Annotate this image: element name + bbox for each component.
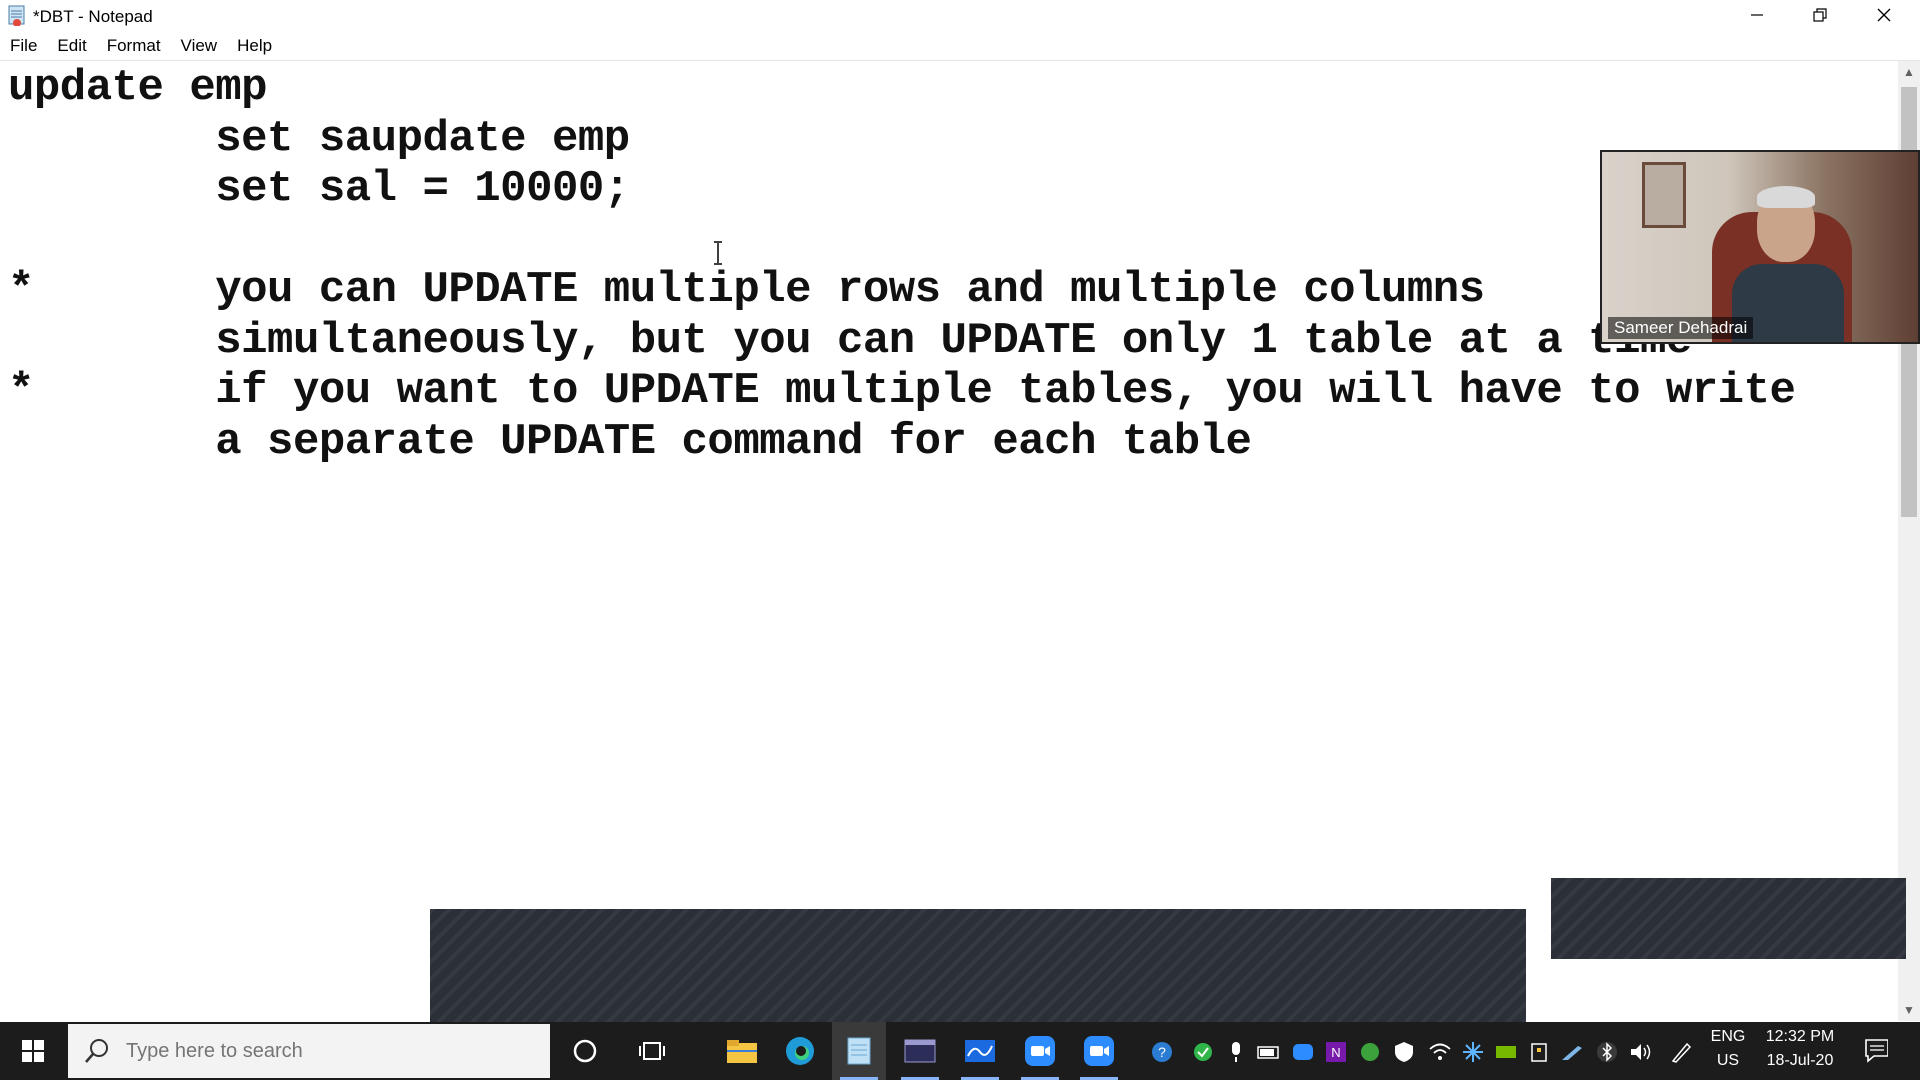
- editor-line: simultaneously, but you can UPDATE only …: [8, 315, 1692, 366]
- file-explorer-button[interactable]: [715, 1022, 769, 1080]
- whiteboard-button[interactable]: [953, 1022, 1007, 1080]
- menu-view[interactable]: View: [171, 33, 228, 59]
- cortana-icon: [573, 1039, 597, 1063]
- minimize-button[interactable]: [1727, 0, 1787, 30]
- editor-line: * you can UPDATE multiple rows and multi…: [8, 265, 1485, 315]
- participant-name: Sameer Dehadrai: [1608, 317, 1754, 339]
- clock-time[interactable]: 12:32 PM: [1758, 1028, 1842, 1046]
- file-explorer-icon: [727, 1040, 757, 1063]
- notepad-app-icon[interactable]: [6, 4, 28, 27]
- update-icon[interactable]: [1358, 1040, 1382, 1064]
- clock-date[interactable]: 18-Jul-20: [1758, 1052, 1842, 1070]
- close-button[interactable]: [1854, 0, 1914, 30]
- editor-content[interactable]: update emp set saupdate emp set sal = 10…: [8, 63, 1796, 467]
- snowflake-icon[interactable]: [1461, 1040, 1485, 1064]
- svg-text:?: ?: [1158, 1044, 1166, 1060]
- notepad-taskbar-button[interactable]: [832, 1022, 886, 1080]
- task-view-button[interactable]: [625, 1022, 679, 1080]
- pen-icon[interactable]: [1560, 1040, 1584, 1064]
- title-bar: *DBT - Notepad: [0, 0, 1920, 32]
- onenote-icon[interactable]: N: [1324, 1040, 1348, 1064]
- editor-line: set saupdate emp: [8, 113, 630, 164]
- video-thumbnail[interactable]: Sameer Dehadrai: [1600, 150, 1920, 344]
- language-primary[interactable]: ENG: [1708, 1028, 1748, 1046]
- bluetooth-icon[interactable]: [1595, 1040, 1619, 1064]
- close-icon: [1877, 8, 1891, 22]
- notepad-icon: [847, 1037, 871, 1065]
- help-icon[interactable]: ?: [1150, 1040, 1174, 1064]
- volume-icon[interactable]: [1629, 1040, 1653, 1064]
- wifi-icon[interactable]: [1428, 1040, 1452, 1064]
- zoom-meetings-button[interactable]: [1072, 1022, 1126, 1080]
- cortana-button[interactable]: [558, 1022, 612, 1080]
- zoom-button[interactable]: [1013, 1022, 1067, 1080]
- scroll-up-arrow-icon[interactable]: ▲: [1898, 61, 1920, 83]
- taskbar-search[interactable]: [68, 1024, 550, 1078]
- menu-format[interactable]: Format: [97, 33, 171, 59]
- menu-edit[interactable]: Edit: [47, 33, 96, 59]
- microphone-icon[interactable]: [1224, 1040, 1248, 1064]
- start-button[interactable]: [0, 1022, 66, 1080]
- defender-icon[interactable]: [1392, 1040, 1416, 1064]
- editor-line: update emp: [8, 63, 268, 113]
- editor-line: set sal = 10000;: [8, 164, 630, 214]
- edge-button[interactable]: [773, 1022, 827, 1080]
- zoom-meetings-icon: [1084, 1036, 1114, 1066]
- check-shield-icon[interactable]: [1191, 1040, 1215, 1064]
- menu-file[interactable]: File: [0, 33, 47, 59]
- restore-button[interactable]: [1790, 0, 1850, 30]
- minimize-icon: [1751, 14, 1763, 16]
- svg-text:N: N: [1331, 1045, 1340, 1060]
- dark-overlay-panel: [430, 909, 1526, 1022]
- language-secondary[interactable]: US: [1708, 1052, 1748, 1070]
- usb-icon[interactable]: [1527, 1040, 1551, 1064]
- edge-icon: [786, 1037, 814, 1065]
- dark-overlay-panel-small: [1551, 878, 1906, 959]
- wall-picture: [1642, 162, 1686, 228]
- whiteboard-icon: [965, 1040, 995, 1062]
- zoom-icon: [1025, 1036, 1055, 1066]
- window-title: *DBT - Notepad: [33, 7, 153, 26]
- action-center-icon[interactable]: [1864, 1038, 1888, 1063]
- editor-line: * if you want to UPDATE multiple tables,…: [8, 366, 1796, 416]
- search-icon: [85, 1039, 108, 1063]
- text-cursor-icon: [714, 241, 722, 265]
- editor-line: a separate UPDATE command for each table: [8, 416, 1252, 467]
- menu-bar: File Edit Format View Help: [0, 33, 282, 59]
- battery-icon[interactable]: [1257, 1040, 1281, 1064]
- zoom-tray-icon[interactable]: [1291, 1040, 1315, 1064]
- search-input[interactable]: [124, 1038, 508, 1064]
- menu-help[interactable]: Help: [227, 33, 282, 59]
- ink-workspace-icon[interactable]: [1670, 1040, 1694, 1064]
- restore-icon: [1813, 8, 1827, 22]
- taskbar: ? N ENG US 12:32 PM 18-Jul-20: [0, 1022, 1920, 1080]
- presenter-hair: [1757, 186, 1815, 208]
- scroll-down-arrow-icon[interactable]: ▼: [1898, 999, 1920, 1021]
- nvidia-icon[interactable]: [1494, 1040, 1518, 1064]
- windows-logo-icon: [22, 1040, 44, 1062]
- terminal-button[interactable]: [893, 1022, 947, 1080]
- terminal-icon: [904, 1039, 936, 1063]
- task-view-icon: [639, 1042, 665, 1060]
